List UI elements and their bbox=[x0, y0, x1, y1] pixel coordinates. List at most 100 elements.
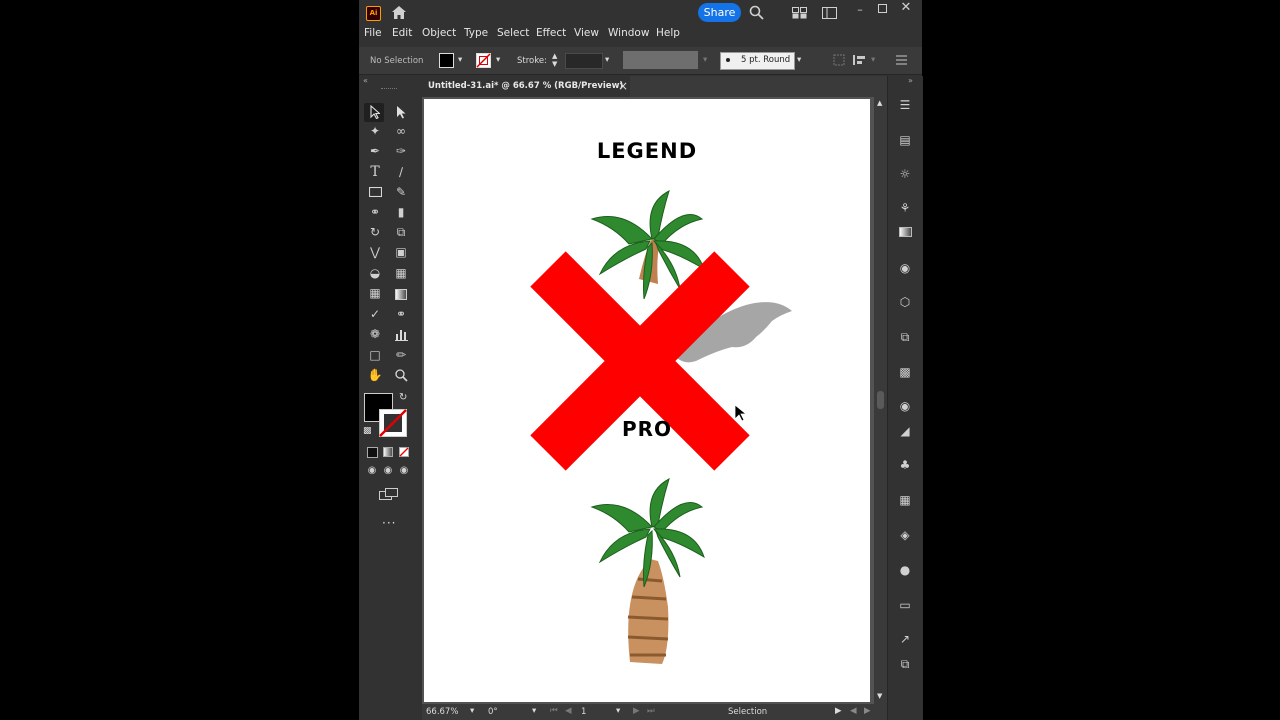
asset-export-panel-icon[interactable]: ▭ bbox=[897, 598, 913, 612]
draw-behind-icon[interactable]: ◉ bbox=[380, 464, 396, 478]
rectangle-tool-icon[interactable] bbox=[369, 187, 382, 197]
draw-inside-icon[interactable]: ◉ bbox=[396, 464, 412, 478]
scale-tool-icon[interactable]: ⧉ bbox=[393, 225, 409, 239]
direct-selection-tool-icon[interactable] bbox=[396, 105, 406, 119]
scroll-down-icon[interactable]: ▼ bbox=[877, 692, 882, 700]
perspective-grid-tool-icon[interactable]: ▦ bbox=[393, 266, 409, 280]
rotation-dropdown-icon[interactable]: ▾ bbox=[532, 706, 536, 716]
stroke-stepper[interactable]: ▲ ▼ bbox=[552, 52, 557, 68]
profile-dropdown-icon[interactable]: ▾ bbox=[703, 55, 707, 65]
paintbrush-tool-icon[interactable]: ✎ bbox=[393, 185, 409, 199]
arrange-documents-icon[interactable] bbox=[822, 7, 837, 19]
collapse-panels-icon[interactable]: » bbox=[908, 76, 913, 85]
menu-effect[interactable]: Effect bbox=[536, 27, 566, 39]
workspace-switcher-icon[interactable] bbox=[792, 7, 807, 19]
magic-wand-tool-icon[interactable]: ✦ bbox=[367, 124, 383, 138]
graphic-styles-panel-icon[interactable]: ● bbox=[897, 563, 913, 577]
artboard-nav-last-icon[interactable]: ⏭ bbox=[647, 706, 655, 716]
share-button[interactable]: Share bbox=[698, 3, 741, 22]
menu-edit[interactable]: Edit bbox=[392, 27, 412, 39]
pathfinder-panel-icon[interactable]: ⧉ bbox=[897, 330, 913, 344]
gradient-panel-icon[interactable] bbox=[899, 227, 912, 237]
variable-width-profile[interactable] bbox=[623, 51, 698, 69]
line-segment-tool-icon[interactable]: ∕ bbox=[393, 165, 409, 179]
width-tool-icon[interactable]: ⋁ bbox=[367, 245, 383, 259]
align-icon[interactable] bbox=[833, 54, 845, 66]
artboard-nav-first-icon[interactable]: ⏮ bbox=[550, 706, 558, 716]
eyedropper-tool-icon[interactable]: ✓ bbox=[367, 307, 383, 321]
transform-panel-icon[interactable]: ▦ bbox=[897, 493, 913, 507]
search-icon[interactable] bbox=[749, 5, 764, 20]
stroke-weight-dropdown-icon[interactable]: ▾ bbox=[605, 55, 609, 65]
menu-window[interactable]: Window bbox=[608, 27, 649, 39]
free-transform-tool-icon[interactable]: ▣ bbox=[393, 245, 409, 259]
column-graph-tool-icon[interactable] bbox=[395, 329, 408, 341]
rotation-value[interactable]: 0° bbox=[488, 707, 498, 717]
scrollbar-thumb[interactable] bbox=[877, 391, 884, 409]
menu-object[interactable]: Object bbox=[422, 27, 456, 39]
vertical-scrollbar[interactable]: ▲ ▼ bbox=[874, 97, 887, 704]
lasso-tool-icon[interactable]: ∞ bbox=[393, 124, 409, 138]
scroll-up-icon[interactable]: ▲ bbox=[877, 99, 882, 107]
artboard-number[interactable]: 1 bbox=[581, 707, 586, 717]
export-panel-icon[interactable]: ↗ bbox=[897, 632, 913, 646]
artboard-nav-prev-icon[interactable]: ◀ bbox=[565, 706, 572, 716]
libraries-panel-icon[interactable]: ▩ bbox=[897, 365, 913, 379]
eraser-tool-icon[interactable]: ▮ bbox=[393, 205, 409, 219]
color-guide-panel-icon[interactable]: ◉ bbox=[897, 261, 913, 275]
artboard-nav-next-icon[interactable]: ▶ bbox=[633, 706, 640, 716]
default-colors-icon[interactable]: ▩ bbox=[363, 426, 372, 436]
swap-fill-stroke-icon[interactable]: ↻ bbox=[399, 392, 407, 403]
fill-swatch[interactable] bbox=[439, 53, 454, 68]
shaper-tool-icon[interactable]: ⚭ bbox=[367, 205, 383, 219]
menu-help[interactable]: Help bbox=[656, 27, 680, 39]
zoom-dropdown-icon[interactable]: ▾ bbox=[470, 706, 474, 716]
zoom-level[interactable]: 66.67% bbox=[426, 707, 458, 717]
menu-file[interactable]: File bbox=[364, 27, 382, 39]
brush-dropdown-icon[interactable]: ▾ bbox=[797, 55, 801, 65]
3d-panel-icon[interactable]: ⬡ bbox=[897, 295, 913, 309]
curvature-tool-icon[interactable]: ✑ bbox=[393, 144, 409, 158]
status-menu-icon[interactable]: ▶ bbox=[835, 706, 842, 716]
menu-view[interactable]: View bbox=[574, 27, 599, 39]
layers-panel-icon[interactable]: ◈ bbox=[897, 528, 913, 542]
toolbar-grip[interactable] bbox=[381, 88, 397, 91]
pen-tool-icon[interactable]: ✒ bbox=[367, 144, 383, 158]
brush-definition[interactable]: 5 pt. Round bbox=[720, 52, 795, 70]
canvas-area[interactable]: LEGEND PRO bbox=[422, 97, 874, 704]
symbol-sprayer-tool-icon[interactable]: ❁ bbox=[367, 327, 383, 341]
rotate-tool-icon[interactable]: ↻ bbox=[367, 225, 383, 239]
mesh-tool-icon[interactable]: ▦ bbox=[367, 286, 383, 300]
artboard-dropdown-icon[interactable]: ▾ bbox=[616, 706, 620, 716]
close-tab-icon[interactable]: × bbox=[618, 79, 628, 93]
type-tool-icon[interactable]: T bbox=[367, 165, 383, 179]
stroke-color-box[interactable] bbox=[379, 409, 407, 437]
blend-tool-icon[interactable]: ⚭ bbox=[393, 307, 409, 321]
palm-tree-bottom[interactable] bbox=[584, 477, 724, 667]
control-menu-icon[interactable] bbox=[896, 55, 907, 65]
menu-select[interactable]: Select bbox=[497, 27, 529, 39]
maximize-icon[interactable] bbox=[878, 4, 887, 13]
symbols-panel-icon[interactable]: ♣ bbox=[897, 458, 913, 472]
edit-toolbar-icon[interactable]: ··· bbox=[382, 516, 396, 530]
scroll-left-icon[interactable]: ◀ bbox=[850, 706, 857, 716]
stroke-weight-field[interactable] bbox=[565, 53, 603, 69]
artboard[interactable]: LEGEND PRO bbox=[424, 99, 870, 702]
artboards-panel-icon[interactable]: ⧉ bbox=[897, 657, 913, 671]
menu-type[interactable]: Type bbox=[464, 27, 488, 39]
stroke-dropdown-icon[interactable]: ▾ bbox=[496, 55, 500, 65]
transparency-panel-icon[interactable]: ◢ bbox=[897, 424, 913, 438]
minimize-icon[interactable]: – bbox=[852, 3, 868, 17]
fill-dropdown-icon[interactable]: ▾ bbox=[458, 55, 462, 65]
collapse-tools-icon[interactable]: « bbox=[363, 76, 368, 85]
appearance-panel-icon[interactable]: ☼ bbox=[897, 167, 913, 181]
screen-mode-icon[interactable] bbox=[379, 488, 399, 501]
align-panel-icon[interactable]: ▤ bbox=[897, 133, 913, 147]
transform-dropdown-icon[interactable]: ▾ bbox=[871, 55, 875, 65]
draw-normal-icon[interactable]: ◉ bbox=[364, 464, 380, 478]
properties-panel-icon[interactable]: ☰ bbox=[897, 98, 913, 112]
stroke-swatch[interactable] bbox=[476, 53, 491, 68]
zoom-tool-icon[interactable] bbox=[395, 369, 408, 382]
shape-builder-tool-icon[interactable]: ◒ bbox=[367, 266, 383, 280]
home-icon[interactable] bbox=[391, 5, 407, 20]
